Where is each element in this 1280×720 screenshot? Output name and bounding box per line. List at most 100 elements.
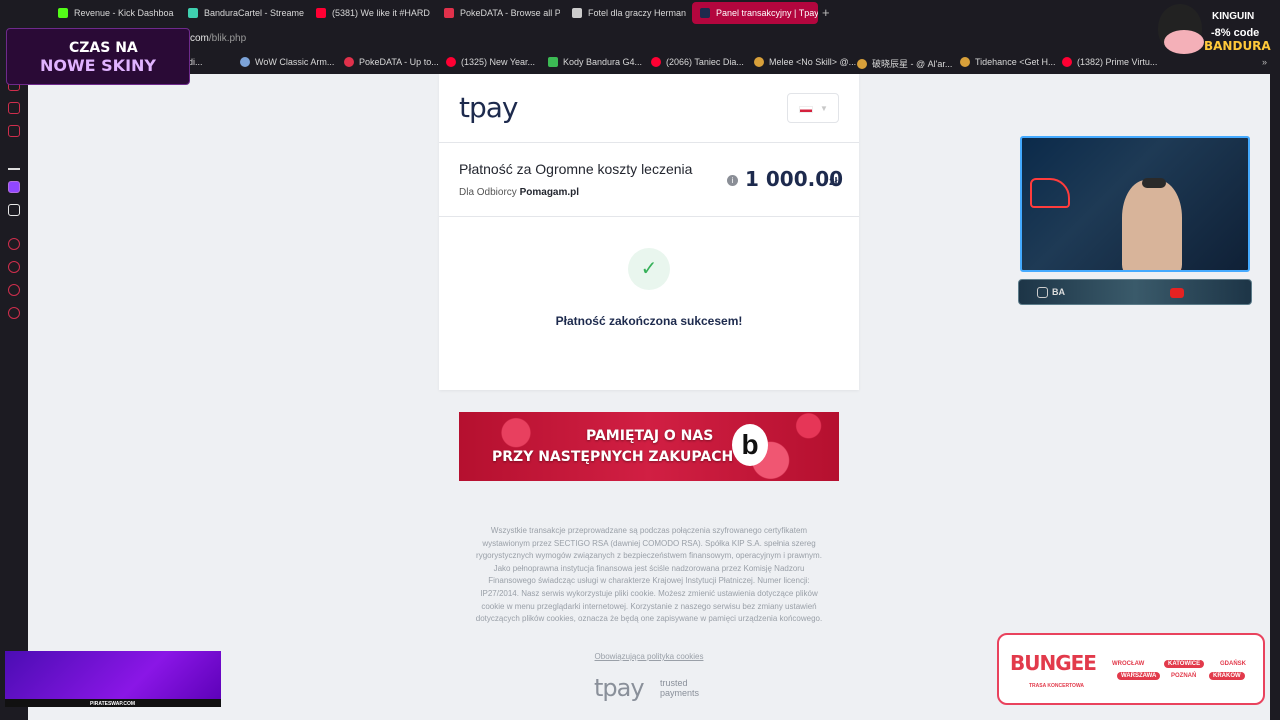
success-check-icon: ✓ xyxy=(628,248,670,290)
youtube-icon xyxy=(1170,288,1184,298)
bookmarks-overflow-icon[interactable]: » xyxy=(1262,57,1267,67)
youtube-icon xyxy=(316,8,326,18)
streamer-figure xyxy=(1122,180,1182,270)
tab-pokedata[interactable]: PokeDATA - Browse all Po xyxy=(436,2,560,24)
tab-label: Revenue - Kick Dashboard xyxy=(74,8,174,18)
language-selector[interactable]: ▼ xyxy=(787,93,839,123)
banner-logo: b xyxy=(732,424,768,466)
chevron-down-icon: ▼ xyxy=(820,104,828,113)
bookmark-melee[interactable]: Melee <No Skill> @... xyxy=(754,57,856,67)
payment-title: Płatność za Ogromne koszty leczenia xyxy=(459,161,693,177)
bookmark-label: Melee <No Skill> @... xyxy=(769,57,857,67)
info-icon[interactable]: i xyxy=(727,175,738,186)
tab-label: Fotel dla graczy Herman xyxy=(588,8,687,18)
footer-legal-text: Wszystkie transakcje przeprowadzane są p… xyxy=(475,526,823,624)
banner-line2: PRZY NASTĘPNYCH ZAKUPACH xyxy=(492,449,734,465)
warcraftlogs-icon xyxy=(857,58,867,69)
pokedata-icon xyxy=(344,57,354,67)
tour-city: GDAŃSK xyxy=(1220,661,1247,667)
pokedata-icon xyxy=(444,8,454,18)
sidebar-settings-icon[interactable] xyxy=(8,307,20,319)
webcam-feed xyxy=(1020,136,1250,272)
bookmark-wow[interactable]: WoW Classic Arm... xyxy=(240,57,334,67)
bookmark-label: (1382) Prime Virtu... xyxy=(1077,57,1158,67)
browser-sidebar xyxy=(0,74,28,720)
sidebar-x-icon[interactable] xyxy=(8,204,20,216)
skins-promo-line2: NOWE SKINY xyxy=(40,56,156,75)
social-handle: BA xyxy=(1052,287,1065,297)
success-message: Płatność zakończona sukcesem! xyxy=(555,314,743,328)
new-tab-plus-icon[interactable]: + xyxy=(822,5,830,20)
card-header: tpay ▼ xyxy=(439,74,859,143)
headset-icon xyxy=(1142,178,1166,188)
tour-city: WROCŁAW xyxy=(1112,661,1145,667)
kinguin-code: -8% code xyxy=(1211,27,1260,39)
tab-fotel[interactable]: Fotel dla graczy Herman xyxy=(564,2,688,24)
overlay-pirateswap: PIRATESWAP.COM xyxy=(5,651,221,707)
tab-label: BanduraCartel - Streamer xyxy=(204,8,304,18)
bookmark-label: (1325) New Year... xyxy=(461,57,536,67)
payment-card: tpay ▼ Płatność za Ogromne koszty leczen… xyxy=(439,74,859,390)
overlay-webcam: BA xyxy=(1017,133,1253,311)
sidebar-chat-icon[interactable] xyxy=(8,102,20,114)
neon-bull-icon xyxy=(1030,178,1070,208)
bookmark-label: Kody Bandura G4... xyxy=(563,57,643,67)
sidebar-mail-icon[interactable] xyxy=(8,125,20,137)
overlay-skins-promo: CZAS NA NOWE SKINY xyxy=(6,28,190,85)
recipient-line: Dla Odbiorcy Pomagam.pl xyxy=(459,187,579,198)
url-text[interactable]: com/blik.php xyxy=(190,33,246,44)
bookmarks-bar: Paladi... WoW Classic Arm... PokeDATA - … xyxy=(0,52,1280,74)
bungee-title: BUNGEE xyxy=(1010,651,1097,675)
tab-revenue[interactable]: Revenue - Kick Dashboard xyxy=(50,2,174,24)
banner-line1: PAMIĘTAJ O NAS xyxy=(586,428,714,444)
bookmark-label: PokeDATA - Up to... xyxy=(359,57,439,67)
tour-city: KRAKÓW xyxy=(1209,672,1245,680)
tab-label: Panel transakcyjny | Tpay xyxy=(716,8,818,18)
recipient-name: Pomagam.pl xyxy=(519,187,580,198)
webcam-socials-bar: BA xyxy=(1018,279,1252,305)
cookies-policy-link[interactable]: Obowiązująca polityka cookies xyxy=(469,652,829,661)
bookmark-label: Tidehance <Get H... xyxy=(975,57,1056,67)
warcraftlogs-icon xyxy=(754,57,764,67)
bookmark-alar[interactable]: 破晓辰星 - @ Al'ar... xyxy=(857,57,952,70)
bookmark-pokedata[interactable]: PokeDATA - Up to... xyxy=(344,57,439,67)
sidebar-clock-icon[interactable] xyxy=(8,261,20,273)
bookmark-kody[interactable]: Kody Bandura G4... xyxy=(548,57,642,67)
tour-city: POZNAŃ xyxy=(1171,673,1197,679)
warcraftlogs-icon xyxy=(960,57,970,67)
youtube-icon xyxy=(446,57,456,67)
instagram-icon xyxy=(1037,287,1048,298)
address-bar[interactable]: com/blik.php xyxy=(0,27,1280,52)
skins-promo-line1: CZAS NA xyxy=(69,40,138,56)
sidebar-twitch-icon[interactable] xyxy=(8,181,20,193)
screen: Revenue - Kick Dashboard BanduraCartel -… xyxy=(0,0,1280,720)
bookmark-label: 破晓辰星 - @ Al'ar... xyxy=(872,59,953,69)
tab-tpay-active[interactable]: Panel transakcyjny | Tpay xyxy=(692,2,818,24)
bookmark-tidehance[interactable]: Tidehance <Get H... xyxy=(960,57,1055,67)
tab-banduracartel[interactable]: BanduraCartel - Streamer xyxy=(180,2,304,24)
bookmark-prime[interactable]: (1382) Prime Virtu... xyxy=(1062,57,1157,67)
bookmark-taniec[interactable]: (2066) Taniec Dia... xyxy=(651,57,744,67)
youtube-icon xyxy=(651,57,661,67)
sidebar-a-icon[interactable] xyxy=(8,158,20,170)
sidebar-puzzle-icon[interactable] xyxy=(8,284,20,296)
currency: zł xyxy=(829,176,838,188)
tour-city: KATOWICE xyxy=(1164,660,1205,668)
youtube-icon xyxy=(1062,57,1072,67)
footer-tpay-logo: tpay xyxy=(594,674,645,702)
promo-banner[interactable]: PAMIĘTAJ O NAS PRZY NASTĘPNYCH ZAKUPACH … xyxy=(459,412,839,481)
sidebar-play-icon[interactable] xyxy=(8,238,20,250)
trusted-text: trusted xyxy=(660,678,688,688)
overlay-kinguin: KINGUIN -8% code BANDURA xyxy=(1150,0,1280,56)
overlay-bungee-tour: BUNGEE TRASA KONCERTOWA WROCŁAW KATOWICE… xyxy=(997,633,1265,705)
tpay-icon xyxy=(700,8,710,18)
bookmark-label: WoW Classic Arm... xyxy=(255,57,335,67)
payments-text: payments xyxy=(660,688,700,698)
tab-youtube-hard[interactable]: (5381) We like it #HARD T xyxy=(308,2,432,24)
bookmark-newyear[interactable]: (1325) New Year... xyxy=(446,57,535,67)
footer-trusted-label: trusted payments xyxy=(660,678,699,698)
tab-label: (5381) We like it #HARD T xyxy=(332,8,432,18)
pirateswap-text: PIRATESWAP.COM xyxy=(90,701,136,707)
recipient-prefix: Dla Odbiorcy xyxy=(459,187,517,198)
wow-icon xyxy=(240,57,250,67)
